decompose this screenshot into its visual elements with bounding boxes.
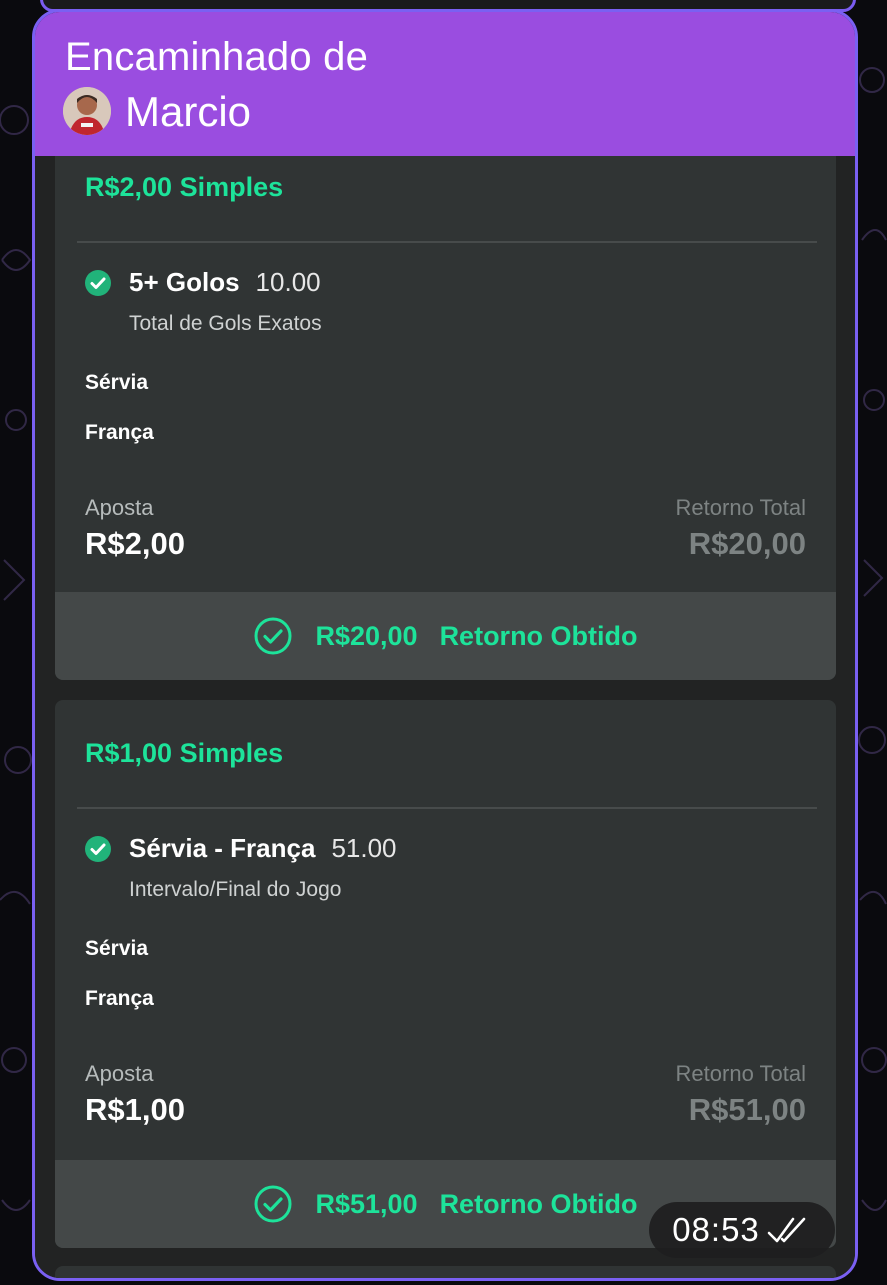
bet-slip-screenshot[interactable]: R$2,00 Simples 5+ Golos 10.00 Total de Go… xyxy=(35,156,855,1278)
selection-line: 5+ Golos 10.00 xyxy=(129,267,321,298)
bet-title: R$2,00 Simples xyxy=(85,172,284,202)
selection-odds: 10.00 xyxy=(255,267,321,297)
market-name: Intervalo/Final do Jogo xyxy=(129,878,342,901)
check-circle-icon xyxy=(254,1185,292,1223)
team-home: Sérvia xyxy=(85,371,149,394)
return-total-value: R$20,00 xyxy=(688,526,806,561)
bet-card: R$1,00 Simples Sérvia - França 51.00 Inte… xyxy=(55,700,836,1248)
check-icon xyxy=(85,836,111,862)
team-away: França xyxy=(85,421,154,444)
forwarded-message-bubble[interactable]: Encaminhado de Marcio R$2,00 Simples 5+ … xyxy=(32,9,858,1281)
message-time: 08:53 xyxy=(672,1211,760,1248)
check-icon xyxy=(85,270,111,296)
stake-label: Aposta xyxy=(85,1061,154,1086)
message-meta: 08:53 xyxy=(649,1202,835,1258)
selection-name: 5+ Golos xyxy=(129,267,240,297)
stake-value: R$1,00 xyxy=(85,1092,185,1127)
won-label: Retorno Obtido xyxy=(439,620,638,651)
selection-line: Sérvia - França 51.00 xyxy=(129,833,397,864)
stake-label: Aposta xyxy=(85,495,154,520)
bet-title: R$1,00 Simples xyxy=(85,738,284,768)
avatar-photo-icon xyxy=(63,87,111,135)
check-circle-icon xyxy=(254,617,292,655)
divider xyxy=(77,241,817,243)
market-name: Total de Gols Exatos xyxy=(129,312,322,335)
return-total-label: Retorno Total xyxy=(675,1061,806,1086)
bet-card: R$2,00 Simples 5+ Golos 10.00 Total de Go… xyxy=(55,156,836,680)
divider xyxy=(77,807,817,809)
bet-card-next xyxy=(55,1266,836,1278)
sender-name[interactable]: Marcio xyxy=(125,87,251,137)
stake-value: R$2,00 xyxy=(85,526,185,561)
sender-avatar[interactable] xyxy=(63,87,111,135)
won-label: Retorno Obtido xyxy=(439,1188,638,1219)
team-home: Sérvia xyxy=(85,937,149,960)
won-amount: R$20,00 xyxy=(315,620,418,651)
forwarded-from-label: Encaminhado de xyxy=(65,35,369,79)
double-check-icon xyxy=(767,1217,806,1243)
return-total-value: R$51,00 xyxy=(688,1092,806,1127)
won-amount: R$51,00 xyxy=(315,1188,418,1219)
forwarded-header[interactable]: Encaminhado de Marcio xyxy=(35,12,855,156)
return-total-label: Retorno Total xyxy=(675,495,806,520)
team-away: França xyxy=(85,987,154,1010)
won-footer: R$20,00 Retorno Obtido xyxy=(55,592,836,680)
selection-odds: 51.00 xyxy=(331,833,397,863)
selection-name: Sérvia - França xyxy=(129,833,316,863)
